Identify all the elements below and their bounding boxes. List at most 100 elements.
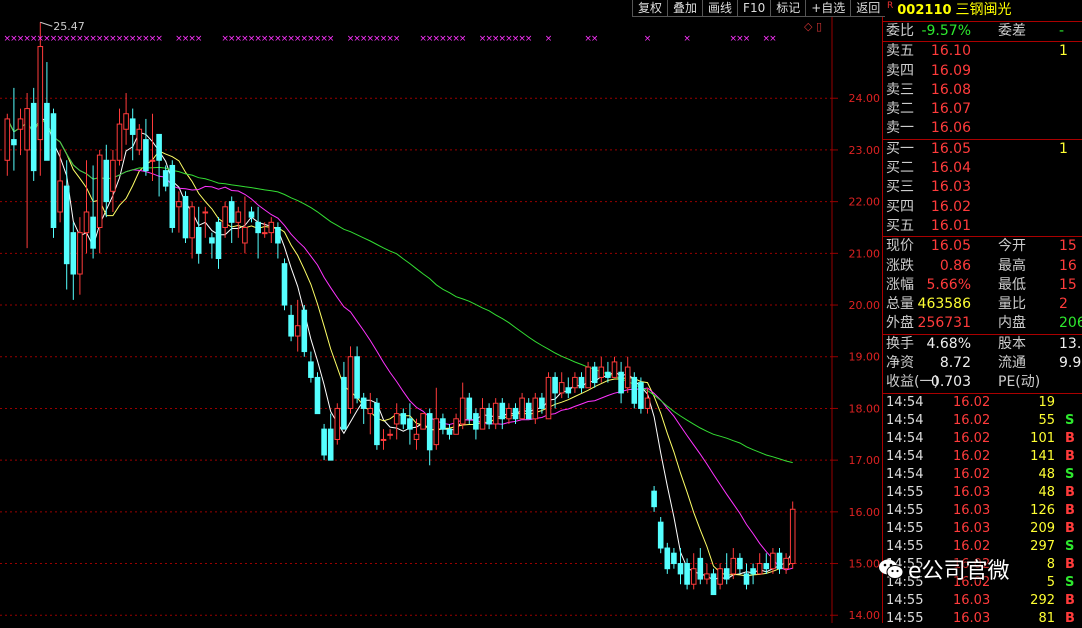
tick-row[interactable]: 14:54 16.02 19 [883, 394, 1082, 412]
candle-body [433, 418, 440, 446]
sell-row-4[interactable]: 卖一 16.06 [883, 119, 1082, 138]
stat-label: 现价 [886, 238, 914, 255]
candle-body [374, 402, 380, 446]
stat-label-2: 最低 [998, 276, 1026, 293]
tick-direction: S [1065, 466, 1075, 482]
buy-row-1[interactable]: 买二 16.04 [883, 159, 1082, 178]
toolbar-button-0[interactable]: 复权 [632, 0, 668, 17]
tick-row[interactable]: 14:55 16.03 48 B [883, 484, 1082, 502]
buy-row-3[interactable]: 买四 16.02 [883, 198, 1082, 217]
toolbar-button-6[interactable]: 返回 [850, 0, 886, 17]
signal-marker: × [195, 34, 203, 44]
candle-body [83, 211, 90, 234]
stats1-row-1: 涨跌 0.86 最高 16 [883, 257, 1082, 276]
toolbar-button-1[interactable]: 叠加 [667, 0, 703, 17]
candle-body [77, 232, 83, 275]
candle-body [275, 226, 281, 244]
tick-row[interactable]: 14:55 16.03 292 B [883, 592, 1082, 610]
candle-body [110, 159, 116, 192]
candle-body [195, 226, 202, 254]
tick-price: 16.02 [953, 394, 991, 410]
toolbar-button-4[interactable]: 标记 [770, 0, 806, 17]
tick-volume: 81 [1038, 610, 1055, 626]
candle-body [116, 123, 123, 161]
tick-price: 16.02 [953, 430, 991, 446]
tick-row[interactable]: 14:54 16.02 141 B [883, 448, 1082, 466]
weicha-value: - [1059, 23, 1065, 39]
candle-body [618, 371, 624, 394]
sell-label: 卖一 [886, 120, 914, 137]
tick-direction: B [1065, 448, 1075, 464]
stats1-row-4: 外盘 256731 内盘 206 [883, 314, 1082, 333]
sell-row-3[interactable]: 卖二 16.07 [883, 100, 1082, 119]
signal-marker: × [591, 34, 599, 44]
tick-row[interactable]: 14:54 16.02 48 S [883, 466, 1082, 484]
y-tick-label: 21.00 [849, 247, 881, 260]
candle-body [103, 159, 110, 203]
sell-row-0[interactable]: 卖五 16.10 1 [883, 42, 1082, 61]
tick-direction: B [1065, 556, 1075, 572]
tick-row[interactable]: 14:55 16.03 209 B [883, 520, 1082, 538]
candle-body [763, 563, 770, 570]
candle-body [466, 397, 473, 420]
watermark-text: e公司官微 [908, 559, 1010, 584]
toolbar-button-2[interactable]: 画线 [702, 0, 738, 17]
stock-header: R 002110 三钢闽光 [883, 0, 1082, 22]
candle-body [506, 407, 512, 420]
candle-body [215, 221, 222, 260]
stat-label-2: 量比 [998, 296, 1026, 313]
stat-label-2: 今开 [998, 238, 1026, 255]
stat-label: 净资 [886, 355, 914, 372]
candle-body [400, 413, 407, 425]
candle-body [70, 232, 77, 275]
candle-body [532, 397, 539, 420]
candle-body [156, 133, 162, 161]
tick-row[interactable]: 14:55 16.03 81 B [883, 610, 1082, 628]
buy-row-4[interactable]: 买五 16.01 [883, 217, 1082, 236]
wechat-icon [879, 559, 904, 579]
stat-value: 0.703 [930, 374, 971, 391]
candle-body [143, 139, 149, 172]
sell-row-1[interactable]: 卖四 16.09 [883, 62, 1082, 81]
candle-body [631, 376, 638, 404]
tick-time: 14:54 [886, 448, 924, 464]
candle-body [334, 407, 341, 440]
tick-direction: B [1065, 610, 1075, 626]
kline-chart[interactable]: 24.00 23.00 22.00 21.00 20.00 19.00 18.00 17.00… [0, 0, 882, 623]
tick-price: 16.03 [953, 520, 991, 536]
candle-body [176, 201, 182, 208]
candle-body [638, 382, 644, 409]
tick-row[interactable]: 14:55 16.03 126 B [883, 502, 1082, 520]
stats2-row-0: 换手 4.68% 股本 13. [883, 335, 1082, 354]
toolbar-button-3[interactable]: F10 [737, 0, 771, 17]
sell-row-2[interactable]: 卖三 16.08 [883, 81, 1082, 100]
candle-body [63, 185, 70, 265]
toolbar-button-5[interactable]: +自选 [805, 0, 851, 17]
tick-row[interactable]: 14:54 16.02 101 B [883, 430, 1082, 448]
sell-book: 卖五 16.10 1 卖四 16.09 卖三 16.08 卖二 16.07 卖一 16.06 [883, 42, 1082, 140]
tick-price: 16.03 [953, 592, 991, 608]
candle-body [572, 376, 578, 389]
candle-body [624, 366, 631, 389]
candle-body [750, 568, 756, 575]
signal-marker: × [743, 34, 751, 44]
tick-time: 14:54 [886, 466, 924, 482]
tick-time: 14:55 [886, 484, 924, 500]
tick-list[interactable]: 14:54 16.02 19 14:54 16.02 55 S 14:54 16.02 101 B 1… [883, 394, 1082, 628]
tick-volume: 297 [1030, 538, 1055, 554]
candle-body [770, 552, 776, 570]
tick-time: 14:55 [886, 520, 924, 536]
candle-body [209, 237, 215, 244]
candle-body [341, 376, 347, 430]
chart-mode-icons[interactable]: ◇ ▯ [804, 20, 822, 33]
candle-body [486, 407, 492, 425]
buy-row-2[interactable]: 买三 16.03 [883, 178, 1082, 197]
buy-label: 买一 [886, 140, 914, 157]
candle-body [671, 552, 677, 565]
candle-body [189, 206, 195, 239]
ma5-line [6, 117, 794, 581]
stock-name: 三钢闽光 [955, 2, 1012, 18]
tick-row[interactable]: 14:54 16.02 55 S [883, 412, 1082, 430]
candle-body [50, 113, 57, 228]
buy-row-0[interactable]: 买一 16.05 1 [883, 140, 1082, 159]
